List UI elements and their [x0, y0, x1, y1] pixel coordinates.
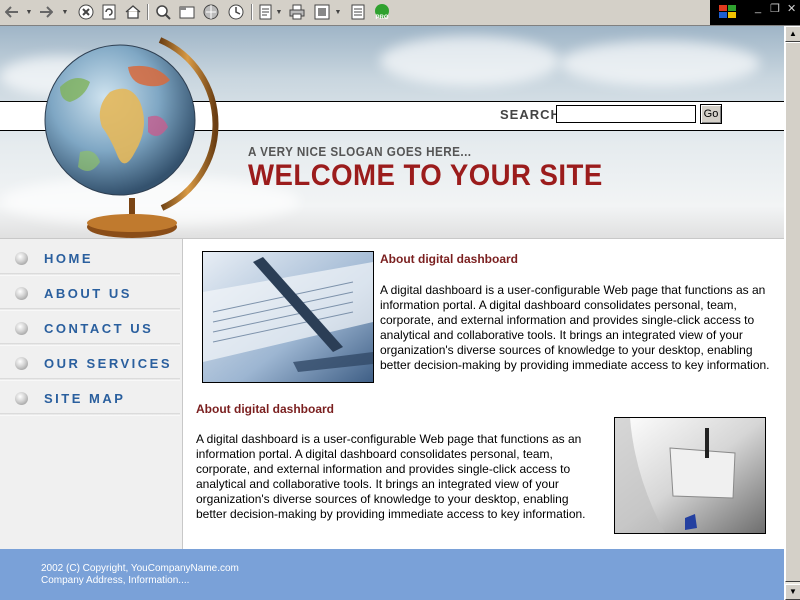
print-icon[interactable]	[288, 3, 306, 21]
footer-copyright: 2002 (C) Copyright, YouCompanyName.com	[41, 563, 239, 574]
site-header: SEARCH Go A VERY NICE SLOGAN GOES HERE..…	[0, 26, 784, 238]
mail-dropdown-icon[interactable]: ▼	[275, 3, 283, 21]
search-label: SEARCH	[500, 107, 561, 122]
restore-icon[interactable]: ❐	[770, 2, 780, 15]
section-heading: About digital dashboard	[380, 252, 518, 266]
nav-item-label: CONTACT US	[44, 321, 154, 336]
mail-icon[interactable]	[258, 3, 274, 21]
cloud-decoration	[380, 36, 560, 86]
nav-item-site-map[interactable]: SITE MAP	[0, 382, 180, 416]
home-icon[interactable]	[124, 3, 142, 21]
nav-bullet-icon	[15, 357, 28, 370]
toolbar-separator	[251, 4, 253, 20]
section-body: A digital dashboard is a user-configurab…	[196, 432, 586, 521]
nav-item-home[interactable]: HOME	[0, 242, 180, 276]
nav-item-label: ABOUT US	[44, 286, 132, 301]
nav-bullet-icon	[15, 287, 28, 300]
nav-divider	[0, 273, 180, 276]
scrollbar-thumb[interactable]	[785, 42, 800, 582]
discuss-icon[interactable]	[350, 3, 366, 21]
minimize-icon[interactable]: _	[755, 2, 761, 14]
section-heading: About digital dashboard	[196, 402, 334, 416]
search-icon[interactable]	[154, 3, 172, 21]
window-controls: _ ❐ ✕	[710, 0, 800, 25]
web-page: SEARCH Go A VERY NICE SLOGAN GOES HERE..…	[0, 26, 784, 600]
history-icon[interactable]	[227, 3, 245, 21]
refresh-icon[interactable]	[100, 3, 118, 21]
welcome-title: WELCOME TO YOUR SITE	[248, 159, 603, 192]
nav-divider	[0, 308, 180, 311]
nav-item-label: HOME	[44, 251, 93, 266]
svg-text:PRO: PRO	[375, 15, 388, 21]
nav-divider	[0, 378, 180, 381]
browser-toolbar: ▼ ▼ ▼ ▼ PRO	[0, 0, 800, 26]
vertical-scrollbar[interactable]: ▲ ▼	[784, 26, 800, 600]
nav-bullet-icon	[15, 252, 28, 265]
media-icon[interactable]	[202, 3, 220, 21]
forward-icon[interactable]	[38, 3, 54, 21]
nav-item-contact-us[interactable]: CONTACT US	[0, 312, 180, 346]
stop-icon[interactable]	[77, 3, 95, 21]
nav-divider	[0, 413, 180, 416]
nav-bullet-icon	[15, 322, 28, 335]
nav-bullet-icon	[15, 392, 28, 405]
forward-dropdown-icon[interactable]: ▼	[60, 3, 70, 21]
scroll-up-icon[interactable]: ▲	[785, 26, 800, 42]
cloud-decoration	[560, 41, 760, 86]
nav-item-about-us[interactable]: ABOUT US	[0, 277, 180, 311]
main-content: About digital dashboard A digital dashbo…	[183, 238, 784, 549]
footer-address: Company Address, Information....	[41, 575, 190, 586]
windows-logo-icon	[719, 5, 736, 18]
sidebar-nav: HOME ABOUT US CONTACT US OUR SERVICES SI…	[0, 238, 183, 549]
toolbar-separator	[147, 4, 149, 20]
nav-item-label: OUR SERVICES	[44, 356, 173, 371]
back-dropdown-icon[interactable]: ▼	[24, 3, 34, 21]
pro-icon[interactable]: PRO	[372, 3, 392, 21]
edit-icon[interactable]	[313, 3, 331, 21]
search-input[interactable]	[556, 105, 696, 123]
nav-item-label: SITE MAP	[44, 391, 126, 406]
go-button[interactable]: Go	[700, 104, 722, 124]
site-slogan: A VERY NICE SLOGAN GOES HERE...	[248, 144, 472, 159]
back-icon[interactable]	[4, 3, 20, 21]
close-icon[interactable]: ✕	[787, 2, 796, 15]
doctor-coat-photo	[614, 417, 766, 534]
section-body: A digital dashboard is a user-configurab…	[380, 283, 770, 372]
site-footer: 2002 (C) Copyright, YouCompanyName.com C…	[0, 549, 784, 600]
scroll-down-icon[interactable]: ▼	[785, 584, 800, 600]
nav-divider	[0, 343, 180, 346]
globe-logo	[44, 37, 219, 238]
pen-document-photo	[202, 251, 374, 383]
nav-item-our-services[interactable]: OUR SERVICES	[0, 347, 180, 381]
edit-dropdown-icon[interactable]: ▼	[334, 3, 342, 21]
favorites-icon[interactable]	[178, 3, 196, 21]
